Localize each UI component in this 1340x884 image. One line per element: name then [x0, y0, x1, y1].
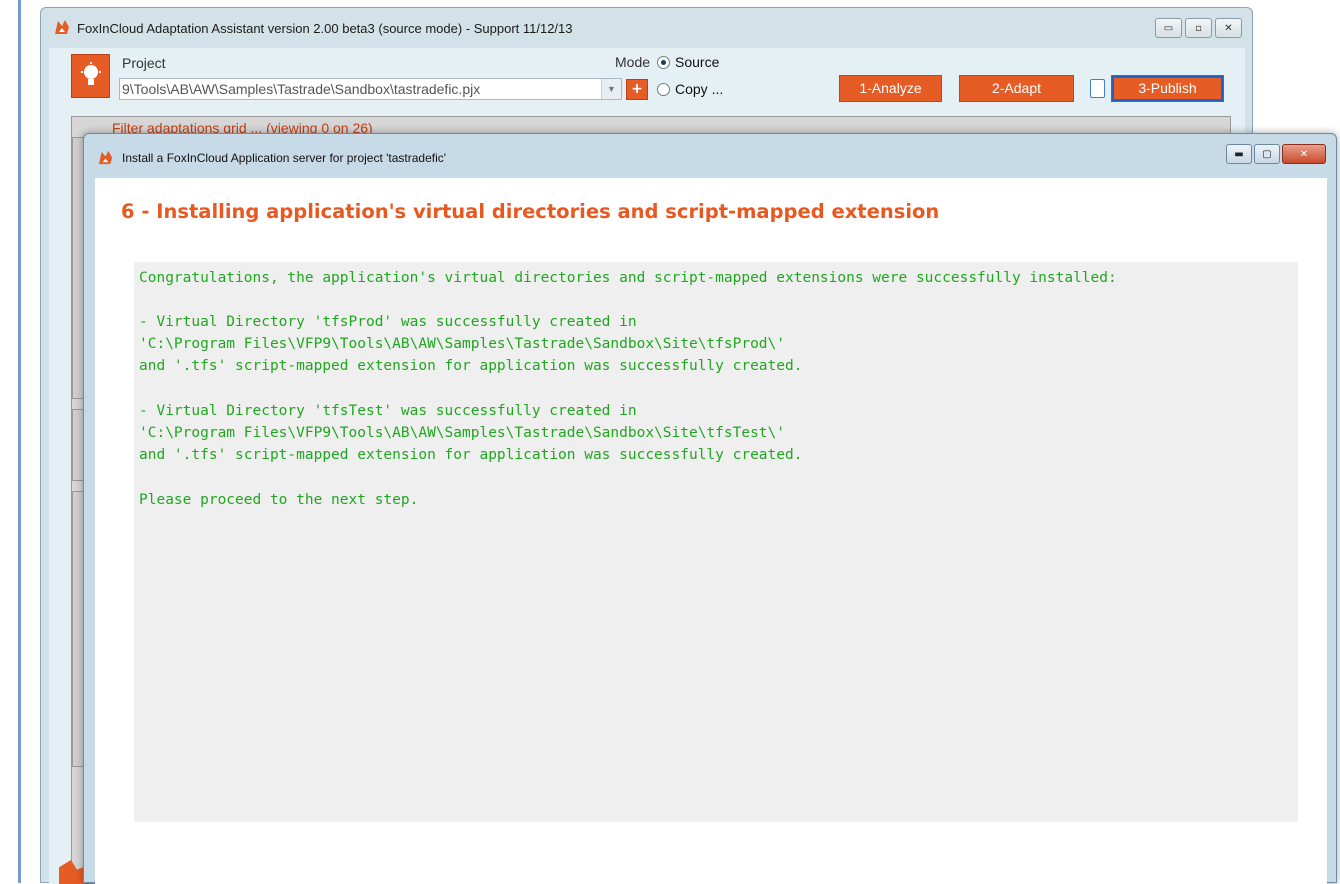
main-window-caption-buttons: ▭ ▫ ✕	[1155, 18, 1242, 38]
mode-source-label: Source	[675, 54, 720, 70]
mode-label: Mode	[615, 54, 651, 70]
adapt-button[interactable]: 2-Adapt	[959, 75, 1074, 102]
message-line: - Virtual Directory 'tfsTest' was succes…	[139, 403, 637, 419]
dialog-close-button[interactable]: ✕	[1282, 144, 1326, 164]
radio-selected-icon	[657, 55, 670, 69]
message-line: 'C:\Program Files\VFP9\Tools\AB\AW\Sampl…	[139, 425, 786, 441]
message-line: Congratulations, the application's virtu…	[139, 270, 1117, 286]
close-button[interactable]: ✕	[1215, 18, 1242, 38]
document-icon[interactable]	[1090, 79, 1105, 98]
dialog-caption-buttons: ▬ ▢ ✕	[1226, 144, 1326, 164]
publish-button[interactable]: 3-Publish	[1111, 75, 1224, 102]
desktop-background	[0, 0, 40, 883]
message-line: - Virtual Directory 'tfsProd' was succes…	[139, 314, 637, 330]
dialog-content: 6 - Installing application's virtual dir…	[95, 178, 1327, 884]
chevron-down-icon[interactable]: ▼	[601, 79, 621, 99]
main-window-title: FoxInCloud Adaptation Assistant version …	[77, 21, 573, 36]
radio-unselected-icon	[657, 82, 670, 96]
step-heading: 6 - Installing application's virtual dir…	[121, 200, 940, 223]
lightbulb-button[interactable]	[71, 54, 110, 98]
install-dialog: Install a FoxInCloud Application server …	[83, 133, 1337, 884]
dialog-titlebar[interactable]: Install a FoxInCloud Application server …	[84, 134, 1336, 178]
lightbulb-icon	[80, 62, 101, 85]
desktop-edge-line	[18, 0, 21, 883]
add-project-button[interactable]: +	[626, 79, 648, 100]
fox-app-icon	[98, 150, 113, 165]
dialog-maximize-button[interactable]: ▢	[1254, 144, 1280, 164]
mode-copy-label: Copy ...	[675, 81, 724, 97]
result-message-panel: Congratulations, the application's virtu…	[134, 262, 1298, 822]
project-path-combo[interactable]: 9\Tools\AB\AW\Samples\Tastrade\Sandbox\t…	[119, 78, 622, 100]
message-line: Please proceed to the next step.	[139, 492, 419, 508]
minimize-button[interactable]: ▭	[1155, 18, 1182, 38]
message-line: 'C:\Program Files\VFP9\Tools\AB\AW\Sampl…	[139, 336, 786, 352]
dialog-title: Install a FoxInCloud Application server …	[122, 151, 447, 165]
main-window-titlebar[interactable]: FoxInCloud Adaptation Assistant version …	[41, 8, 1252, 50]
message-line: and '.tfs' script-mapped extension for a…	[139, 447, 803, 463]
project-path-value: 9\Tools\AB\AW\Samples\Tastrade\Sandbox\t…	[122, 81, 481, 97]
maximize-button[interactable]: ▫	[1185, 18, 1212, 38]
analyze-button[interactable]: 1-Analyze	[839, 75, 942, 102]
mode-copy-radio[interactable]: Copy ...	[657, 81, 723, 97]
project-label: Project	[122, 55, 166, 71]
dialog-minimize-button[interactable]: ▬	[1226, 144, 1252, 164]
message-line: and '.tfs' script-mapped extension for a…	[139, 358, 803, 374]
fox-app-icon	[55, 20, 69, 34]
mode-source-radio[interactable]: Source	[657, 54, 719, 70]
